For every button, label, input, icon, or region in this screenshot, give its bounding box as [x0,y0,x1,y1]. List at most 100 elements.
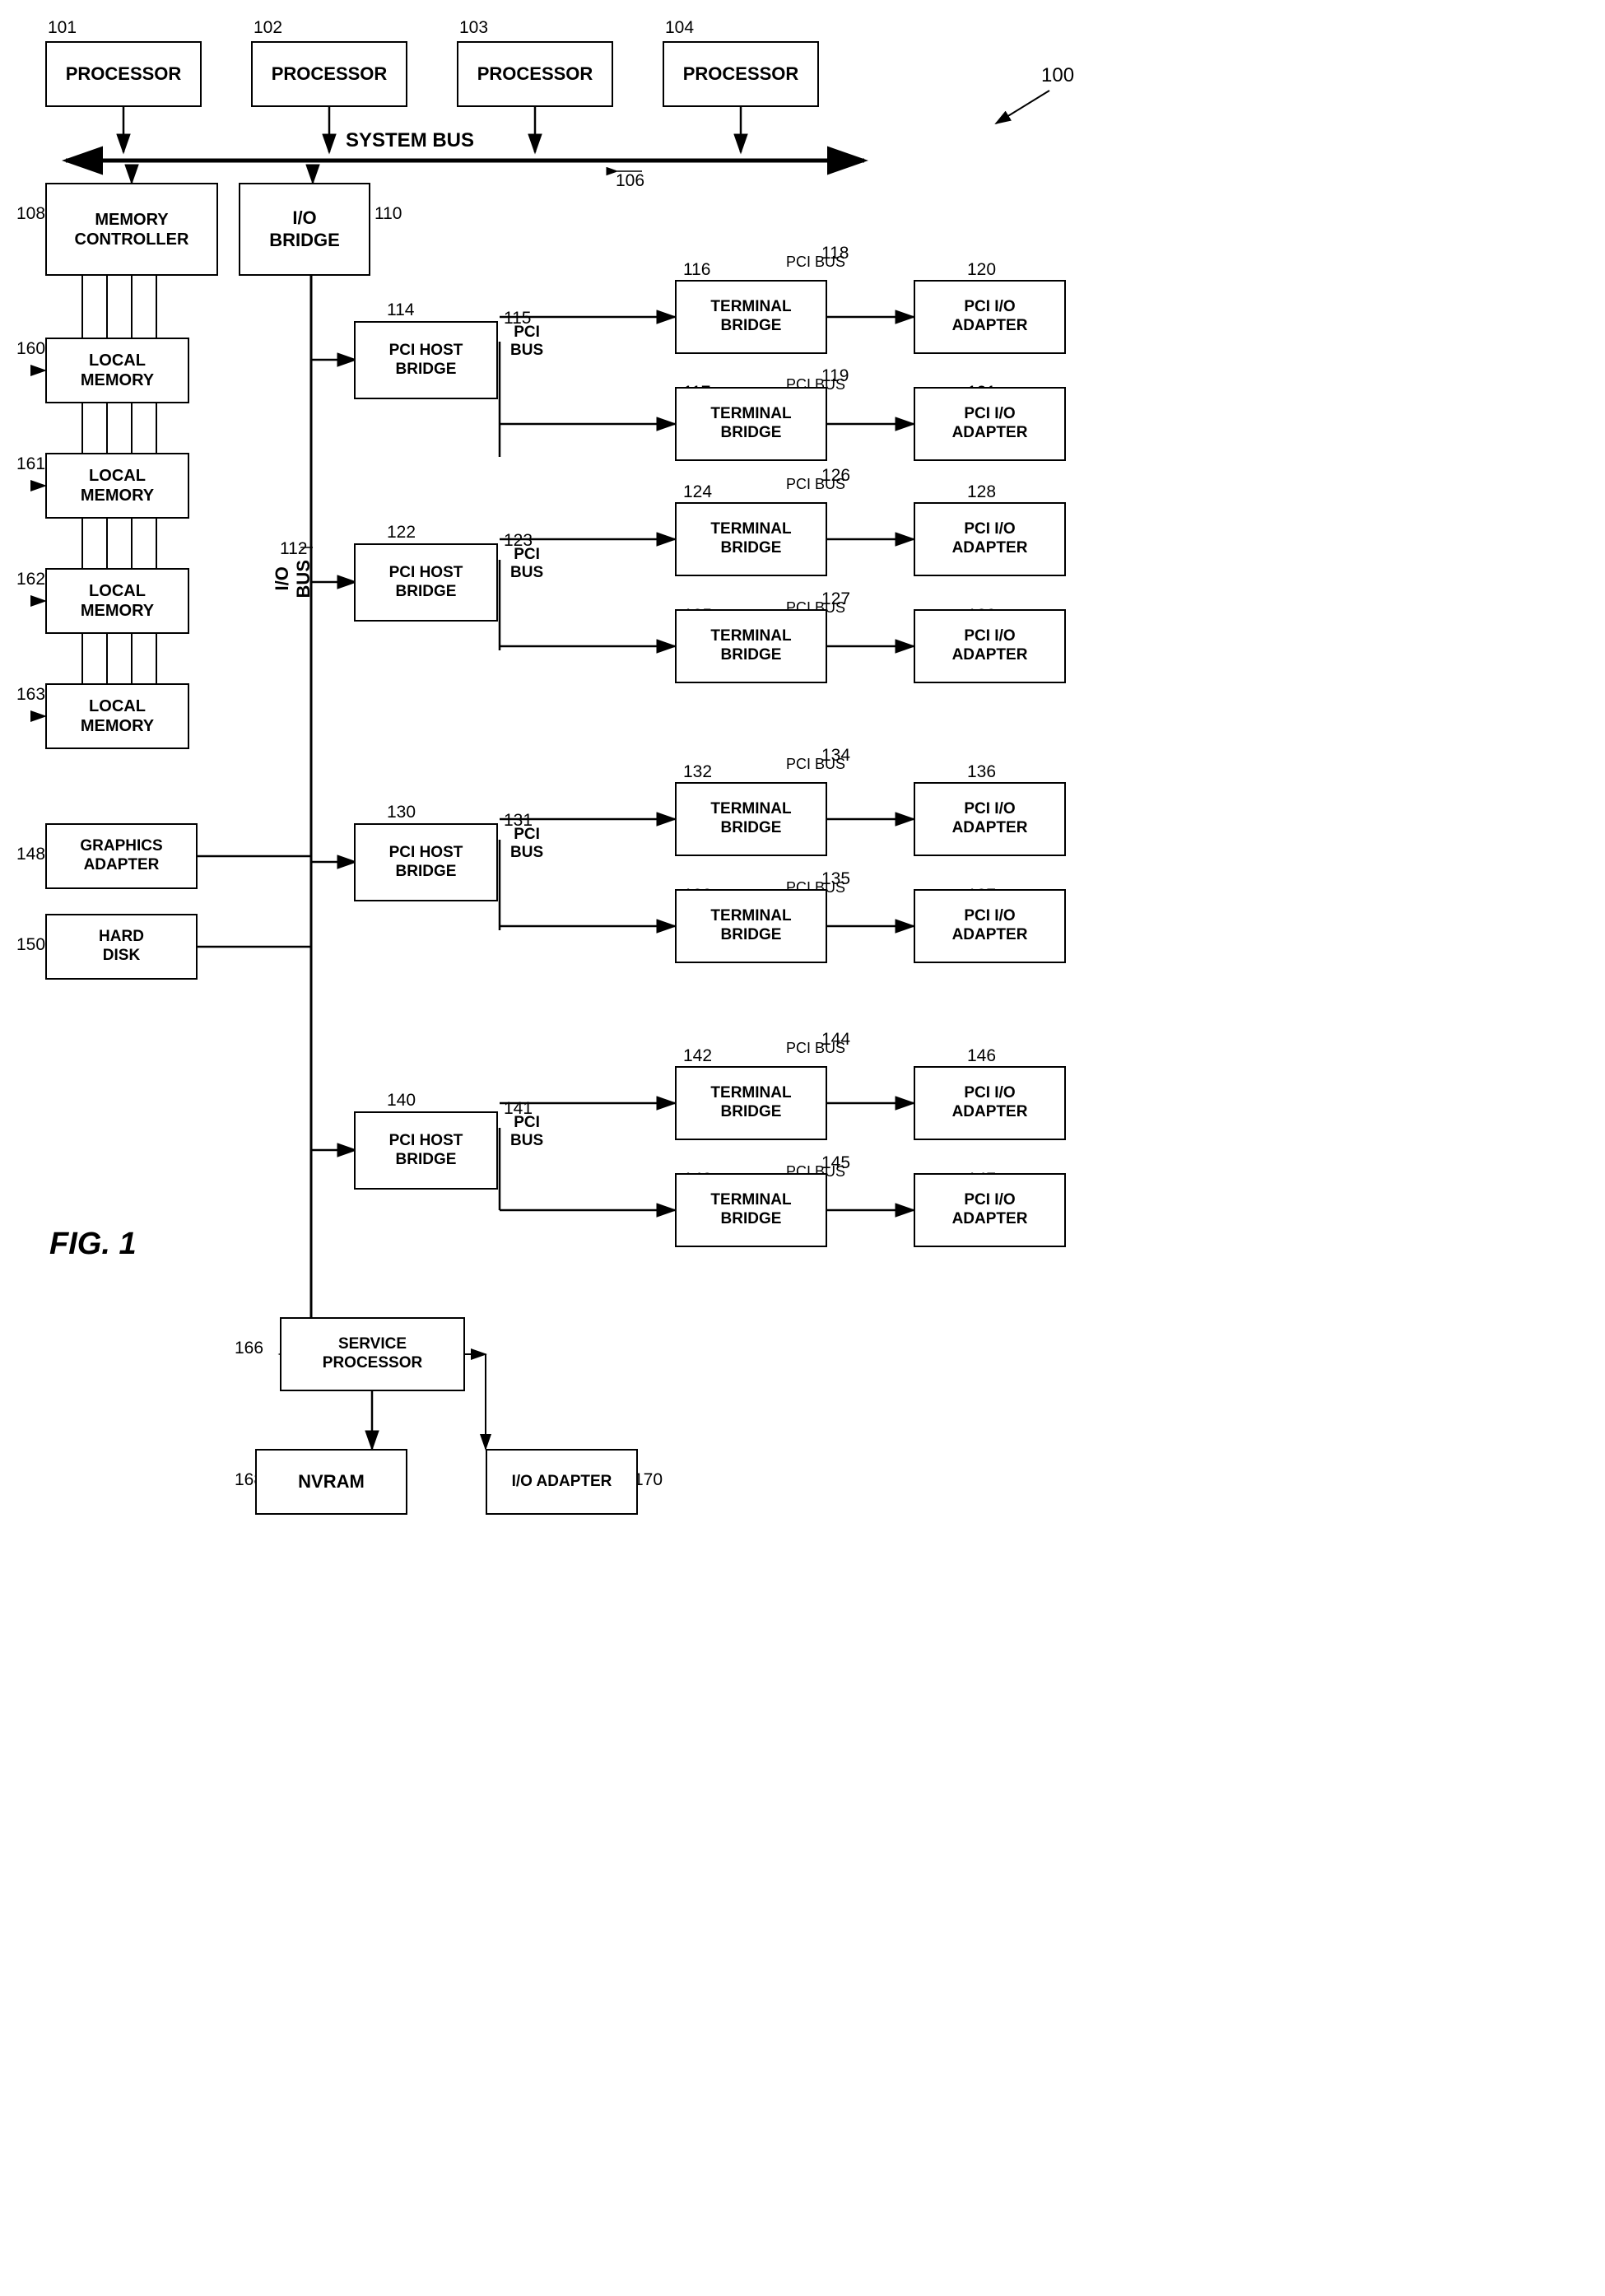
ref-106: 106 [616,171,644,191]
ref-150: 150 [16,935,45,955]
pci-io-146-label: PCI I/OADAPTER [952,1084,1028,1122]
pci-bus-131-label: PCIBUS [510,826,543,862]
ref-112: 112 [280,539,307,559]
pci-host-bridge-130-label: PCI HOSTBRIDGE [389,844,463,882]
ref-108: 108 [16,204,45,224]
system-bus-label: SYSTEM BUS [346,129,474,152]
pci-io-146-box: PCI I/OADAPTER [914,1066,1066,1140]
pci-bus-141-label: PCIBUS [510,1114,543,1150]
processor-102-label: PROCESSOR [272,63,388,85]
pci-io-129-label: PCI I/OADAPTER [952,627,1028,665]
diagram-container: PROCESSOR 101 PROCESSOR 102 PROCESSOR 10… [0,0,1605,2296]
pci-io-147-box: PCI I/OADAPTER [914,1173,1066,1247]
ref-101: 101 [48,18,77,38]
pci-host-bridge-114-label: PCI HOSTBRIDGE [389,342,463,380]
terminal-bridge-142-label: TERMINALBRIDGE [710,1084,791,1122]
ref-144: 144 [821,1030,850,1050]
terminal-bridge-117-label: TERMINALBRIDGE [710,405,791,443]
terminal-bridge-132-label: TERMINALBRIDGE [710,800,791,838]
pci-io-129-box: PCI I/OADAPTER [914,609,1066,683]
hard-disk-box: HARDDISK [45,914,198,980]
terminal-bridge-143-label: TERMINALBRIDGE [710,1191,791,1229]
local-memory-160-box: LOCALMEMORY [45,338,189,403]
ref-162: 162 [16,570,45,589]
ref-102: 102 [254,18,282,38]
ref-114: 114 [387,300,414,320]
io-adapter-170-box: I/O ADAPTER [486,1449,638,1515]
ref-118: 118 [821,244,849,263]
terminal-bridge-116-label: TERMINALBRIDGE [710,298,791,336]
ref-163: 163 [16,685,45,705]
pci-io-128-label: PCI I/OADAPTER [952,520,1028,558]
ref-119: 119 [821,366,849,386]
pci-host-bridge-122-label: PCI HOSTBRIDGE [389,564,463,602]
ref-135: 135 [821,869,850,889]
local-memory-162-label: LOCALMEMORY [81,581,154,621]
ref-100: 100 [1041,64,1074,87]
nvram-label: NVRAM [298,1471,365,1493]
ref-127: 127 [821,589,850,609]
ref-122: 122 [387,523,416,543]
ref-104: 104 [665,18,694,38]
pci-host-bridge-122-box: PCI HOSTBRIDGE [354,543,498,622]
memory-controller-box: MEMORYCONTROLLER [45,183,218,276]
terminal-bridge-124-label: TERMINALBRIDGE [710,520,791,558]
terminal-bridge-142-box: TERMINALBRIDGE [675,1066,827,1140]
io-bridge-label: I/OBRIDGE [269,207,340,251]
processor-104-label: PROCESSOR [683,63,799,85]
pci-io-136-label: PCI I/OADAPTER [952,800,1028,838]
terminal-bridge-132-box: TERMINALBRIDGE [675,782,827,856]
terminal-bridge-117-box: TERMINALBRIDGE [675,387,827,461]
pci-io-137-label: PCI I/OADAPTER [952,907,1028,945]
pci-io-120-box: PCI I/OADAPTER [914,280,1066,354]
processor-101-box: PROCESSOR [45,41,202,107]
pci-host-bridge-130-box: PCI HOSTBRIDGE [354,823,498,901]
pci-io-121-label: PCI I/OADAPTER [952,405,1028,443]
ref-128: 128 [967,482,996,502]
processor-104-box: PROCESSOR [663,41,819,107]
local-memory-162-box: LOCALMEMORY [45,568,189,634]
pci-bus-115-label: PCIBUS [510,324,543,360]
ref-132: 132 [683,762,712,782]
nvram-box: NVRAM [255,1449,407,1515]
memory-controller-label: MEMORYCONTROLLER [75,210,189,249]
ref-170: 170 [634,1470,663,1490]
pci-io-136-box: PCI I/OADAPTER [914,782,1066,856]
pci-host-bridge-114-box: PCI HOSTBRIDGE [354,321,498,399]
pci-io-147-label: PCI I/OADAPTER [952,1191,1028,1229]
ref-103: 103 [459,18,488,38]
processor-103-box: PROCESSOR [457,41,613,107]
service-processor-label: SERVICEPROCESSOR [323,1335,422,1373]
terminal-bridge-125-box: TERMINALBRIDGE [675,609,827,683]
pci-io-137-box: PCI I/OADAPTER [914,889,1066,963]
pci-io-128-box: PCI I/OADAPTER [914,502,1066,576]
hard-disk-label: HARDDISK [99,928,144,966]
ref-126: 126 [821,466,850,486]
processor-103-label: PROCESSOR [477,63,593,85]
service-processor-box: SERVICEPROCESSOR [280,1317,465,1391]
fig-label: FIG. 1 [49,1227,137,1262]
processor-102-box: PROCESSOR [251,41,407,107]
ref-134: 134 [821,746,850,766]
terminal-bridge-124-box: TERMINALBRIDGE [675,502,827,576]
pci-bus-123-label: PCIBUS [510,546,543,582]
io-adapter-170-label: I/O ADAPTER [512,1473,612,1492]
terminal-bridge-143-box: TERMINALBRIDGE [675,1173,827,1247]
ref-120: 120 [967,260,996,280]
pci-host-bridge-140-box: PCI HOSTBRIDGE [354,1111,498,1190]
processor-101-label: PROCESSOR [66,63,182,85]
local-memory-163-label: LOCALMEMORY [81,696,154,736]
terminal-bridge-125-label: TERMINALBRIDGE [710,627,791,665]
ref-160: 160 [16,339,45,359]
ref-148: 148 [16,845,45,864]
io-bus-label: I/OBUS [272,560,314,598]
local-memory-161-label: LOCALMEMORY [81,466,154,505]
ref-140: 140 [387,1091,416,1111]
local-memory-163-box: LOCALMEMORY [45,683,189,749]
terminal-bridge-133-box: TERMINALBRIDGE [675,889,827,963]
io-bridge-box: I/OBRIDGE [239,183,370,276]
ref-124: 124 [683,482,712,502]
ref-136: 136 [967,762,996,782]
graphics-adapter-label: GRAPHICSADAPTER [80,837,162,875]
terminal-bridge-116-box: TERMINALBRIDGE [675,280,827,354]
